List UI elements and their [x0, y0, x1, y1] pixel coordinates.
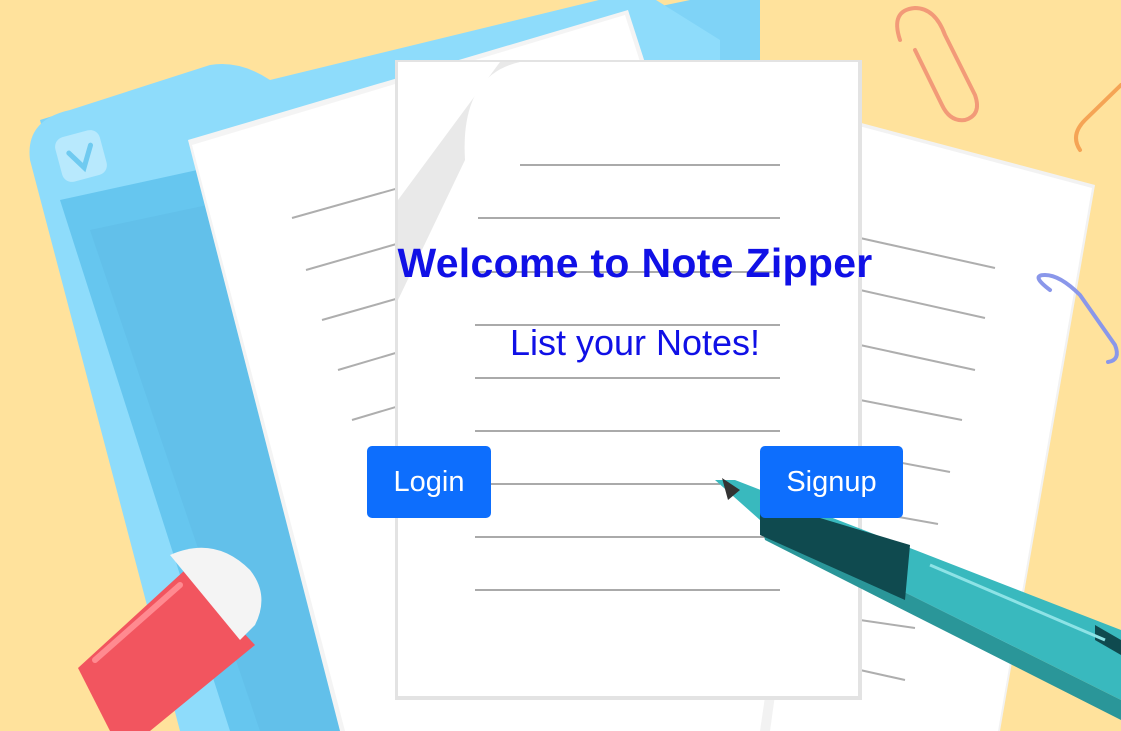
- page-subtitle: List your Notes!: [509, 322, 761, 363]
- login-button[interactable]: Login: [367, 446, 491, 518]
- background-illustration: [0, 0, 1121, 731]
- page-title: Welcome to Note Zipper: [397, 240, 873, 286]
- signup-button[interactable]: Signup: [760, 446, 903, 518]
- notes-illustration: [29, 0, 1121, 731]
